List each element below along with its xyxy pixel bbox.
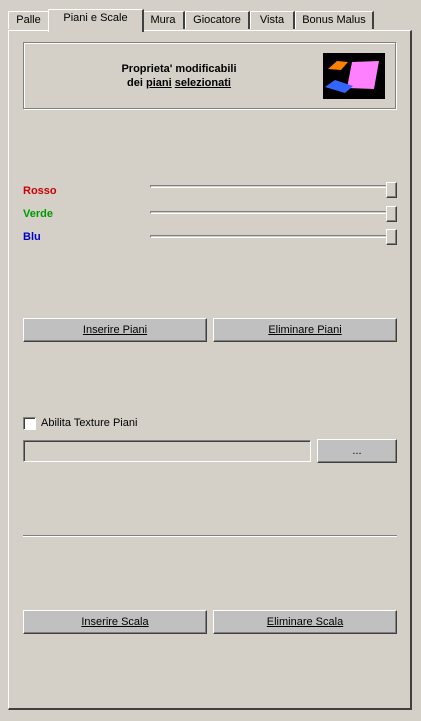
planes-logo-icon	[323, 53, 385, 99]
browse-button[interactable]: ...	[317, 439, 397, 463]
tab-label: Vista	[259, 14, 285, 26]
slider-thumb-green[interactable]	[386, 206, 397, 222]
texture-checkbox[interactable]	[23, 417, 36, 430]
tab-bonus-malus[interactable]: Bonus Malus	[295, 11, 374, 29]
tab-label: Bonus Malus	[302, 14, 366, 26]
tab-mura[interactable]: Mura	[142, 11, 185, 29]
insert-planes-label: Inserire Piani	[82, 323, 148, 336]
properties-line-1: Proprieta' modificabili	[121, 63, 237, 75]
slider-track-blue[interactable]	[150, 235, 391, 238]
slider-label-green: Verde	[23, 208, 53, 220]
slider-track-red[interactable]	[150, 185, 391, 188]
texture-checkbox-label[interactable]: Abilita Texture Piani	[41, 417, 137, 429]
tab-palle[interactable]: Palle	[8, 11, 50, 29]
tab-label: Palle	[16, 14, 41, 26]
tab-vista[interactable]: Vista	[250, 11, 295, 29]
tab-label: Giocatore	[193, 14, 241, 26]
tab-panel	[8, 30, 412, 710]
delete-stair-button[interactable]: Eliminare Scala	[213, 610, 397, 634]
slider-label-red: Rosso	[23, 185, 57, 197]
insert-stair-label: Inserire Scala	[81, 615, 149, 628]
properties-line-2-prefix: dei	[127, 77, 146, 89]
browse-label: ...	[352, 445, 362, 457]
slider-thumb-red[interactable]	[386, 182, 397, 198]
tab-label: Piani e Scale	[63, 12, 128, 24]
properties-word-piani: piani	[145, 77, 172, 89]
delete-stair-label: Eliminare Scala	[266, 615, 344, 628]
properties-info-box: Proprieta' modificabili dei piani selezi…	[23, 42, 396, 109]
properties-line-2: dei piani selezionati	[24, 76, 334, 90]
insert-planes-button[interactable]: Inserire Piani	[23, 318, 207, 342]
delete-planes-label: Eliminare Piani	[268, 323, 342, 336]
properties-info-text: Proprieta' modificabili dei piani selezi…	[24, 62, 334, 90]
properties-word-selezionati: selezionati	[174, 77, 231, 89]
slider-thumb-blue[interactable]	[386, 229, 397, 245]
tab-piani-e-scale[interactable]: Piani e Scale	[48, 9, 144, 32]
separator	[23, 535, 397, 537]
slider-track-green[interactable]	[150, 211, 391, 214]
texture-path-field[interactable]	[23, 440, 311, 462]
tab-giocatore[interactable]: Giocatore	[185, 11, 250, 29]
insert-stair-button[interactable]: Inserire Scala	[23, 610, 207, 634]
slider-label-blue: Blu	[23, 231, 41, 243]
tab-label: Mura	[150, 14, 176, 26]
delete-planes-button[interactable]: Eliminare Piani	[213, 318, 397, 342]
